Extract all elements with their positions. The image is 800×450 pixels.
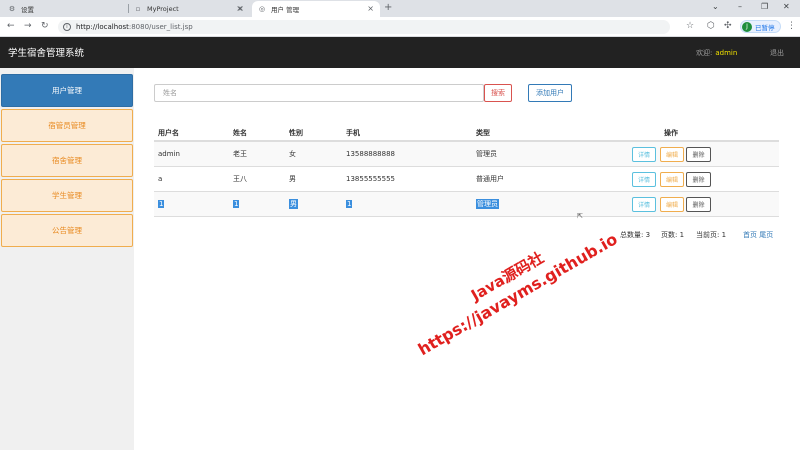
col-header-name: 姓名 xyxy=(233,129,247,137)
detail-button[interactable]: 详情 xyxy=(632,147,656,162)
welcome-label: 欢迎: xyxy=(696,49,713,57)
watermark-title: Java源码社 xyxy=(468,248,547,305)
detail-button[interactable]: 详情 xyxy=(632,172,656,187)
search-button[interactable]: 搜索 xyxy=(484,84,512,102)
url-field[interactable]: i http://localhost:8080/user_list.jsp xyxy=(58,20,670,34)
watermark: Java源码社 https://javayms.github.io xyxy=(377,196,648,376)
app-header: 学生宿舍管理系统 欢迎: admin 退出 xyxy=(0,37,800,68)
sidebar-item-students[interactable]: 学生管理 xyxy=(1,179,133,212)
extensions-puzzle-icon[interactable]: ✣ xyxy=(724,21,732,31)
cell-phone: 13855555555 xyxy=(346,175,395,183)
tab-title: 设置 xyxy=(21,6,34,14)
avatar: J xyxy=(742,21,752,32)
sidebar-item-dorm-managers[interactable]: 宿管员管理 xyxy=(1,109,133,142)
menu-kebab-icon[interactable]: ⋮ xyxy=(787,21,796,31)
table-row: a 王八 男 13855555555 普通用户 详情 编辑 删除 xyxy=(154,167,779,192)
close-tab-icon[interactable]: × xyxy=(237,4,244,13)
pages-label: 页数: xyxy=(661,231,678,239)
globe-icon: ◎ xyxy=(258,5,266,13)
mouse-cursor-icon: ⇱ xyxy=(577,212,583,220)
url-host: http://localhost xyxy=(76,23,129,31)
browser-tab-myproject[interactable]: ▫ MyProject × xyxy=(128,1,250,17)
delete-button[interactable]: 删除 xyxy=(686,147,711,162)
delete-button[interactable]: 删除 xyxy=(686,172,711,187)
watermark-url: https://javayms.github.io xyxy=(414,228,621,359)
pager-current: 当前页: 1 xyxy=(696,230,726,240)
bookmark-star-icon[interactable]: ☆ xyxy=(686,21,694,31)
gear-icon: ⚙ xyxy=(8,5,16,13)
cell-username: a xyxy=(158,175,163,183)
close-window-icon[interactable]: ✕ xyxy=(783,2,790,11)
welcome-text: 欢迎: admin xyxy=(696,48,737,58)
tab-title: 用户 管理 xyxy=(271,6,300,14)
cell-username: admin xyxy=(158,150,180,158)
add-user-button[interactable]: 添加用户 xyxy=(528,84,572,102)
new-tab-button[interactable]: + xyxy=(384,2,392,13)
profile-status: 已暂停 xyxy=(755,23,775,32)
cell-username: 1 xyxy=(158,200,165,208)
col-header-actions: 操作 xyxy=(664,129,678,137)
col-header-username: 用户名 xyxy=(158,129,179,137)
edit-button[interactable]: 编辑 xyxy=(660,197,684,212)
col-header-type: 类型 xyxy=(476,129,490,137)
sidebar: 用户管理 宿管员管理 宿舍管理 学生管理 公告管理 xyxy=(0,68,134,450)
profile-button[interactable]: J 已暂停 xyxy=(740,20,781,33)
cell-gender: 男 xyxy=(289,199,298,209)
current-label: 当前页: xyxy=(696,231,720,239)
pager-pages: 页数: 1 xyxy=(661,230,684,240)
edit-button[interactable]: 编辑 xyxy=(660,147,684,162)
cell-type: 普通用户 xyxy=(476,175,504,183)
cell-phone: 1 xyxy=(346,200,353,208)
table-row: 1 1 男 1 管理员 详情 编辑 删除 xyxy=(154,192,779,217)
site-info-icon[interactable]: i xyxy=(63,23,71,31)
extension-settings-icon[interactable]: ⬡ xyxy=(707,21,715,31)
cell-name: 1 xyxy=(233,200,240,208)
pages-count: 1 xyxy=(679,231,685,239)
cell-type: 管理员 xyxy=(476,150,497,158)
back-icon[interactable]: ← xyxy=(7,21,15,31)
maximize-icon[interactable]: ❐ xyxy=(761,2,768,11)
table-header: 用户名 姓名 性别 手机 类型 操作 xyxy=(154,126,779,142)
cell-name: 王八 xyxy=(233,175,247,183)
logout-link[interactable]: 退出 xyxy=(770,48,784,58)
sidebar-item-dorms[interactable]: 宿舍管理 xyxy=(1,144,133,177)
last-page-link[interactable]: 尾页 xyxy=(759,231,773,239)
table-row: admin 老王 女 13588888888 管理员 详情 编辑 删除 xyxy=(154,142,779,167)
pager-links: 首页 尾页 xyxy=(743,230,773,240)
cell-phone: 13588888888 xyxy=(346,150,395,158)
sidebar-item-notices[interactable]: 公告管理 xyxy=(1,214,133,247)
cell-gender: 男 xyxy=(289,175,296,183)
col-header-phone: 手机 xyxy=(346,129,360,137)
delete-button[interactable]: 删除 xyxy=(686,197,711,212)
tab-title: MyProject xyxy=(147,5,179,13)
reload-icon[interactable]: ↻ xyxy=(41,21,49,31)
col-header-gender: 性别 xyxy=(289,129,303,137)
browser-tab-user-manage[interactable]: ◎ 用户 管理 × xyxy=(252,1,380,17)
forward-icon[interactable]: → xyxy=(24,21,32,31)
edit-button[interactable]: 编辑 xyxy=(660,172,684,187)
cell-name: 老王 xyxy=(233,150,247,158)
current-page: 1 xyxy=(721,231,727,239)
first-page-link[interactable]: 首页 xyxy=(743,231,757,239)
current-username: admin xyxy=(715,49,738,57)
cell-type: 管理员 xyxy=(476,199,499,209)
sidebar-item-users[interactable]: 用户管理 xyxy=(1,74,133,107)
name-search-input[interactable]: 姓名 xyxy=(154,84,484,102)
minimize-icon[interactable]: – xyxy=(738,2,742,11)
page-icon: ▫ xyxy=(135,5,141,13)
browser-tab-strip: ⚙ 设置 × ▫ MyProject × ◎ 用户 管理 × + ⌄ – ❐ ✕ xyxy=(0,0,800,17)
address-bar: ← → ↻ i http://localhost:8080/user_list.… xyxy=(0,17,800,37)
close-tab-icon[interactable]: × xyxy=(367,4,374,13)
app-title[interactable]: 学生宿舍管理系统 xyxy=(8,45,84,59)
url-path: :8080/user_list.jsp xyxy=(128,23,193,31)
tab-search-icon[interactable]: ⌄ xyxy=(712,2,719,11)
cell-gender: 女 xyxy=(289,150,296,158)
